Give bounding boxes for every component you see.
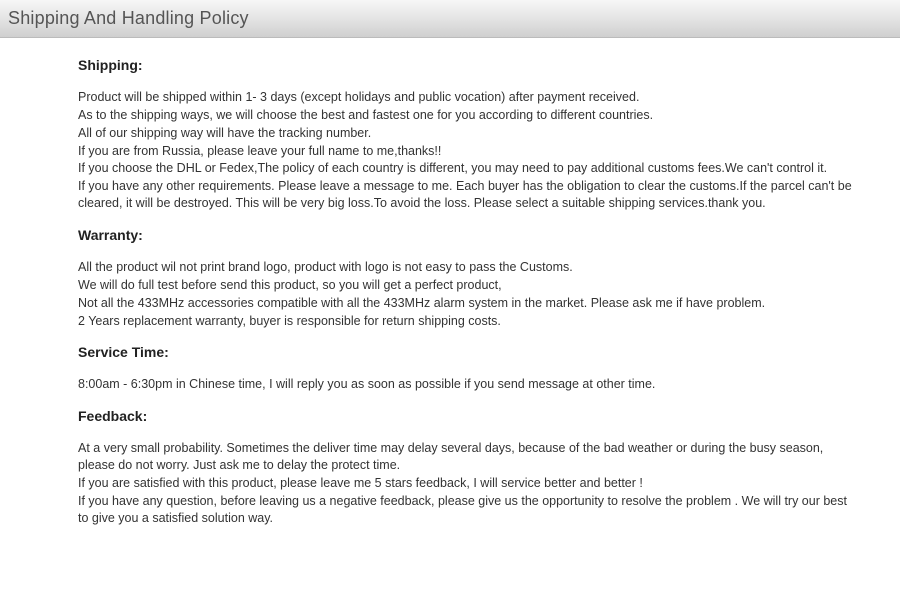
service-time-body: 8:00am - 6:30pm in Chinese time, I will …: [78, 376, 860, 393]
warranty-line: Not all the 433MHz accessories compatibl…: [78, 295, 860, 312]
warranty-heading: Warranty:: [78, 226, 860, 245]
shipping-line: All of our shipping way will have the tr…: [78, 125, 860, 142]
shipping-heading: Shipping:: [78, 56, 860, 75]
policy-content: Shipping: Product will be shipped within…: [0, 38, 900, 526]
service-time-heading: Service Time:: [78, 343, 860, 362]
feedback-line: At a very small probability. Sometimes t…: [78, 440, 860, 474]
shipping-line: If you choose the DHL or Fedex,The polic…: [78, 160, 860, 177]
header-bar: Shipping And Handling Policy: [0, 0, 900, 38]
feedback-body: At a very small probability. Sometimes t…: [78, 440, 860, 526]
shipping-line: As to the shipping ways, we will choose …: [78, 107, 860, 124]
feedback-line: If you are satisfied with this product, …: [78, 475, 860, 492]
warranty-line: All the product wil not print brand logo…: [78, 259, 860, 276]
feedback-heading: Feedback:: [78, 407, 860, 426]
warranty-line: 2 Years replacement warranty, buyer is r…: [78, 313, 860, 330]
shipping-line: If you have any other requirements. Plea…: [78, 178, 860, 212]
page-title: Shipping And Handling Policy: [8, 8, 249, 29]
shipping-body: Product will be shipped within 1- 3 days…: [78, 89, 860, 212]
service-time-line: 8:00am - 6:30pm in Chinese time, I will …: [78, 376, 860, 393]
warranty-line: We will do full test before send this pr…: [78, 277, 860, 294]
shipping-line: Product will be shipped within 1- 3 days…: [78, 89, 860, 106]
warranty-body: All the product wil not print brand logo…: [78, 259, 860, 330]
feedback-line: If you have any question, before leaving…: [78, 493, 860, 527]
shipping-line: If you are from Russia, please leave you…: [78, 143, 860, 160]
